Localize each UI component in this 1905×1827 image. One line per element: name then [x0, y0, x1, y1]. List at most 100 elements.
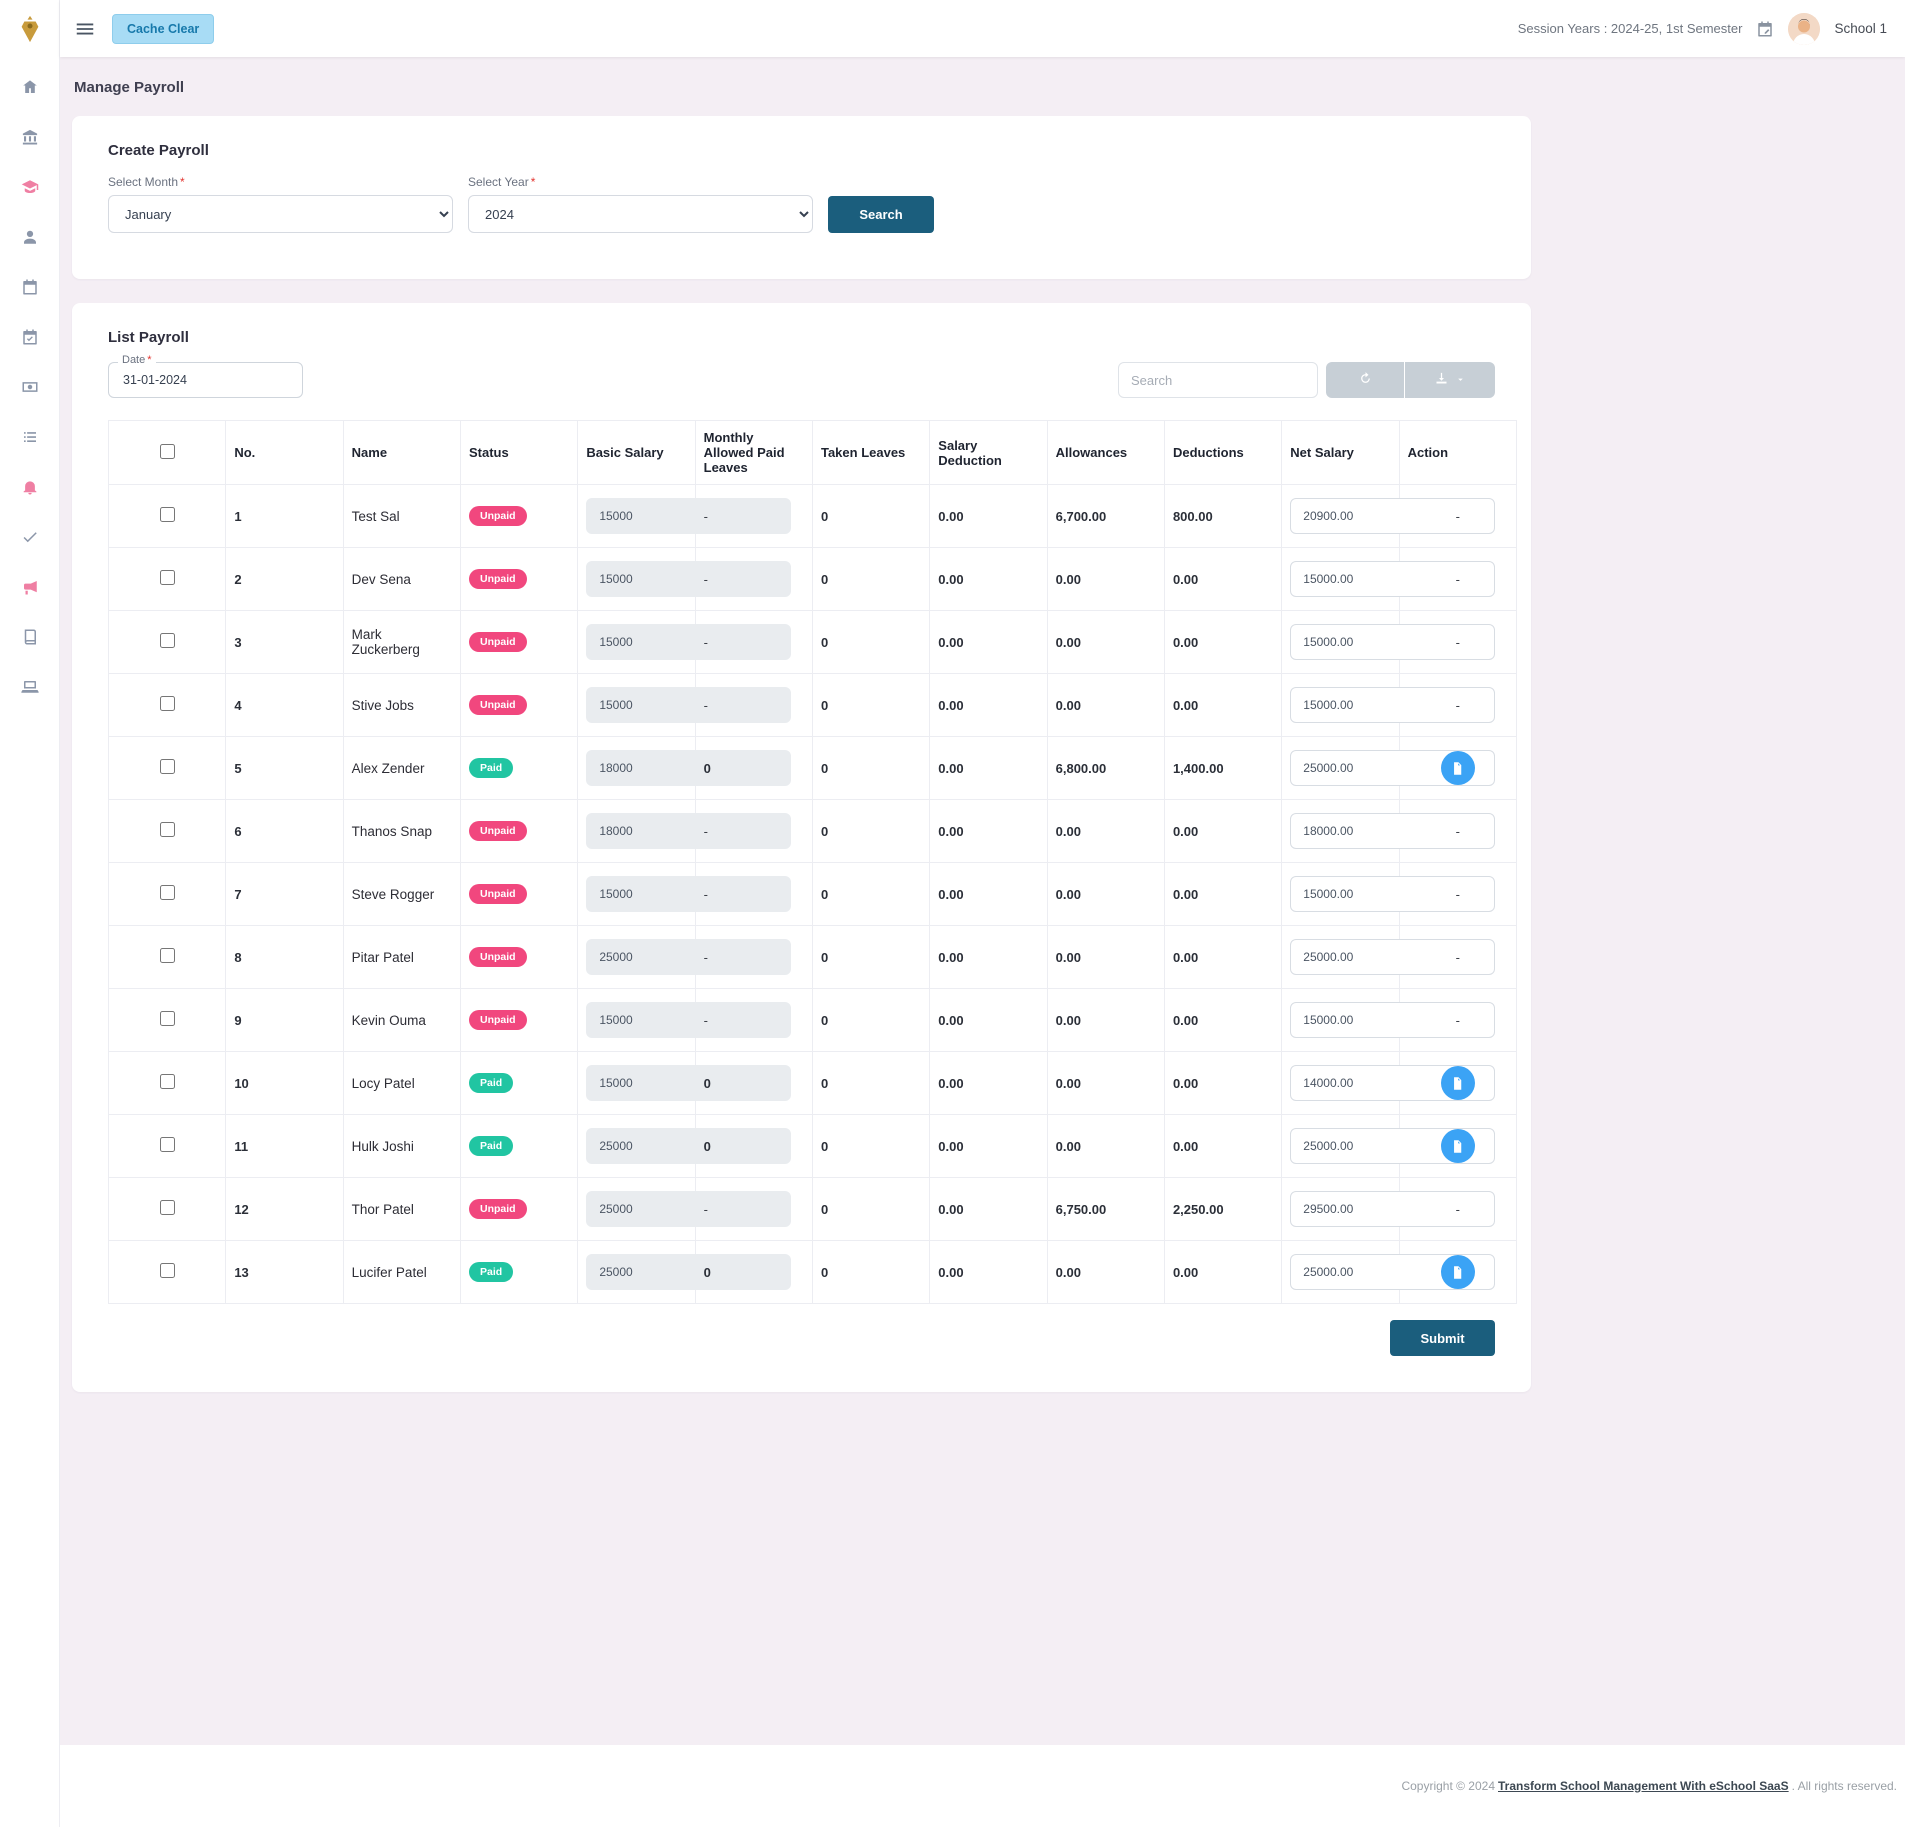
- sidebar-item-academics[interactable]: [0, 162, 60, 212]
- cache-clear-button[interactable]: Cache Clear: [112, 14, 214, 44]
- net-salary-input[interactable]: [1290, 687, 1495, 723]
- row-checkbox[interactable]: [160, 507, 175, 522]
- sidebar-item-announcements[interactable]: [0, 562, 60, 612]
- payslip-button[interactable]: [1441, 751, 1475, 785]
- status-badge: Unpaid: [469, 632, 527, 652]
- submit-button[interactable]: Submit: [1390, 1320, 1495, 1356]
- sidebar-item-approvals[interactable]: [0, 512, 60, 562]
- no-action: -: [1456, 509, 1460, 524]
- col-monthly-allowed-paid-leaves: Monthly Allowed Paid Leaves: [695, 421, 812, 485]
- status-badge: Paid: [469, 1073, 513, 1093]
- row-checkbox[interactable]: [160, 633, 175, 648]
- net-salary-input[interactable]: [1290, 876, 1495, 912]
- status-badge: Unpaid: [469, 821, 527, 841]
- basic-salary-input: [586, 561, 791, 597]
- no-action: -: [1456, 1202, 1460, 1217]
- year-field-group: Select Year* 2024: [468, 175, 813, 233]
- salary-deduction-value: 0.00: [930, 1241, 1047, 1304]
- allowances-value: 0.00: [1047, 989, 1164, 1052]
- payslip-button[interactable]: [1441, 1255, 1475, 1289]
- row-number: 4: [226, 674, 343, 737]
- row-checkbox[interactable]: [160, 1137, 175, 1152]
- search-button[interactable]: Search: [828, 196, 934, 233]
- row-checkbox[interactable]: [160, 759, 175, 774]
- app-logo-icon[interactable]: [15, 14, 45, 44]
- session-edit-icon[interactable]: [1756, 20, 1774, 38]
- employee-name: Steve Rogger: [343, 863, 460, 926]
- allowances-value: 0.00: [1047, 674, 1164, 737]
- row-number: 10: [226, 1052, 343, 1115]
- col-deductions: Deductions: [1164, 421, 1281, 485]
- menu-toggle-icon[interactable]: [74, 18, 96, 40]
- deductions-value: 2,250.00: [1164, 1178, 1281, 1241]
- basic-salary-input: [586, 750, 791, 786]
- net-salary-input[interactable]: [1290, 498, 1495, 534]
- table-search-input[interactable]: [1118, 362, 1318, 398]
- file-icon: [1450, 1139, 1465, 1154]
- sidebar-item-students[interactable]: [0, 212, 60, 262]
- payslip-button[interactable]: [1441, 1066, 1475, 1100]
- row-checkbox[interactable]: [160, 1263, 175, 1278]
- basic-salary-input: [586, 1128, 791, 1164]
- sidebar-item-library[interactable]: [0, 612, 60, 662]
- payroll-row: 5Alex ZenderPaid000.006,800.001,400.00: [109, 737, 1517, 800]
- sidebar-item-lists[interactable]: [0, 412, 60, 462]
- create-payroll-title: Create Payroll: [108, 142, 1495, 159]
- row-checkbox[interactable]: [160, 696, 175, 711]
- copyright-suffix: . All rights reserved.: [1792, 1779, 1897, 1793]
- net-salary-input[interactable]: [1290, 939, 1495, 975]
- taken-leaves-value: 0: [812, 485, 929, 548]
- date-input[interactable]: [108, 362, 303, 398]
- col-allowances: Allowances: [1047, 421, 1164, 485]
- row-checkbox[interactable]: [160, 1011, 175, 1026]
- salary-deduction-value: 0.00: [930, 674, 1047, 737]
- sidebar-item-notifications[interactable]: [0, 462, 60, 512]
- sidebar-item-devices[interactable]: [0, 662, 60, 712]
- calendar-check-icon: [21, 328, 39, 346]
- salary-deduction-value: 0.00: [930, 1052, 1047, 1115]
- create-payroll-form: Select Month* January Select Year* 2024 …: [108, 175, 1495, 233]
- no-action: -: [1456, 1013, 1460, 1028]
- salary-deduction-value: 0.00: [930, 1115, 1047, 1178]
- sidebar-item-calendar[interactable]: [0, 262, 60, 312]
- salary-deduction-value: 0.00: [930, 737, 1047, 800]
- deductions-value: 0.00: [1164, 989, 1281, 1052]
- status-badge: Unpaid: [469, 947, 527, 967]
- check-icon: [21, 528, 39, 546]
- row-checkbox[interactable]: [160, 1200, 175, 1215]
- sidebar-item-payroll[interactable]: [0, 362, 60, 412]
- school-name-label[interactable]: School 1: [1834, 21, 1887, 36]
- basic-salary-input: [586, 1191, 791, 1227]
- select-all-checkbox[interactable]: [160, 444, 175, 459]
- sidebar-item-attendance[interactable]: [0, 312, 60, 362]
- row-checkbox[interactable]: [160, 1074, 175, 1089]
- sidebar-item-school[interactable]: [0, 112, 60, 162]
- row-checkbox[interactable]: [160, 822, 175, 837]
- net-salary-input[interactable]: [1290, 561, 1495, 597]
- required-marker: *: [147, 354, 151, 366]
- month-select[interactable]: January: [108, 195, 453, 233]
- basic-salary-input: [586, 939, 791, 975]
- row-checkbox[interactable]: [160, 570, 175, 585]
- deductions-value: 0.00: [1164, 674, 1281, 737]
- allowances-value: 0.00: [1047, 1052, 1164, 1115]
- net-salary-input[interactable]: [1290, 813, 1495, 849]
- employee-name: Pitar Patel: [343, 926, 460, 989]
- download-button[interactable]: [1405, 362, 1495, 398]
- deductions-value: 0.00: [1164, 548, 1281, 611]
- net-salary-input[interactable]: [1290, 1191, 1495, 1227]
- row-checkbox[interactable]: [160, 948, 175, 963]
- row-number: 2: [226, 548, 343, 611]
- no-action: -: [1456, 824, 1460, 839]
- row-checkbox[interactable]: [160, 885, 175, 900]
- deductions-value: 0.00: [1164, 611, 1281, 674]
- payslip-button[interactable]: [1441, 1129, 1475, 1163]
- year-select[interactable]: 2024: [468, 195, 813, 233]
- sidebar-item-home[interactable]: [0, 62, 60, 112]
- net-salary-input[interactable]: [1290, 624, 1495, 660]
- net-salary-input[interactable]: [1290, 1002, 1495, 1038]
- refresh-button[interactable]: [1326, 362, 1404, 398]
- user-avatar[interactable]: [1788, 13, 1820, 45]
- payroll-table-header-row: No.NameStatusBasic SalaryMonthly Allowed…: [109, 421, 1517, 485]
- footer-brand-link[interactable]: Transform School Management With eSchool…: [1498, 1779, 1789, 1793]
